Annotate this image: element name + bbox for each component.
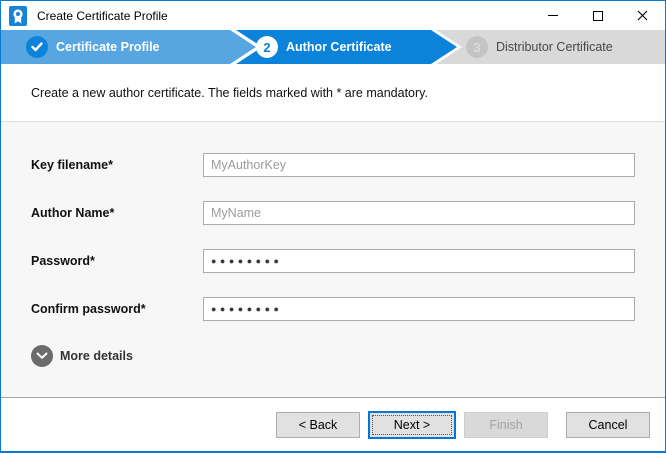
step-author-certificate[interactable]: 2 Author Certificate xyxy=(256,30,392,64)
close-button[interactable] xyxy=(620,1,665,30)
step-3-number-badge: 3 xyxy=(466,36,488,58)
confirm-password-label: Confirm password* xyxy=(31,302,203,316)
maximize-icon xyxy=(593,11,603,21)
confirm-password-row: Confirm password* xyxy=(31,297,635,321)
description-strip: Create a new author certificate. The fie… xyxy=(1,64,665,122)
author-name-label: Author Name* xyxy=(31,206,203,220)
more-details-label: More details xyxy=(60,349,133,363)
step-distributor-certificate[interactable]: 3 Distributor Certificate xyxy=(466,30,613,64)
maximize-button[interactable] xyxy=(575,1,620,30)
author-name-row: Author Name* xyxy=(31,201,635,225)
key-filename-input[interactable] xyxy=(203,153,635,177)
step-1-label: Certificate Profile xyxy=(56,40,160,54)
confirm-password-input[interactable] xyxy=(203,297,635,321)
title-bar: Create Certificate Profile xyxy=(1,1,665,30)
author-certificate-form: Key filename* Author Name* Password* Con… xyxy=(1,122,665,398)
key-filename-label: Key filename* xyxy=(31,158,203,172)
finish-button[interactable]: Finish xyxy=(464,412,548,438)
window-title: Create Certificate Profile xyxy=(37,9,168,23)
page-description: Create a new author certificate. The fie… xyxy=(31,86,428,100)
back-button[interactable]: < Back xyxy=(276,412,360,438)
minimize-button[interactable] xyxy=(530,1,575,30)
certificate-ribbon-icon xyxy=(9,6,27,26)
password-label: Password* xyxy=(31,254,203,268)
create-certificate-profile-window: Create Certificate Profile xyxy=(0,0,666,453)
cancel-button[interactable]: Cancel xyxy=(566,412,650,438)
step-2-label: Author Certificate xyxy=(286,40,392,54)
password-input[interactable] xyxy=(203,249,635,273)
chevron-down-icon xyxy=(31,345,53,367)
next-button[interactable]: Next > xyxy=(368,411,456,439)
footer-button-bar: < Back Next > Finish Cancel xyxy=(1,398,665,451)
step-certificate-profile[interactable]: Certificate Profile xyxy=(26,30,160,64)
more-details-toggle[interactable]: More details xyxy=(31,345,665,367)
key-filename-row: Key filename* xyxy=(31,153,635,177)
step-2-number-badge: 2 xyxy=(256,36,278,58)
close-icon xyxy=(637,10,648,21)
step-3-label: Distributor Certificate xyxy=(496,40,613,54)
minimize-icon xyxy=(548,15,558,16)
check-icon xyxy=(26,36,48,58)
wizard-step-bar: Certificate Profile 2 Author Certificate… xyxy=(1,30,665,64)
author-name-input[interactable] xyxy=(203,201,635,225)
password-row: Password* xyxy=(31,249,635,273)
window-controls xyxy=(530,1,665,30)
